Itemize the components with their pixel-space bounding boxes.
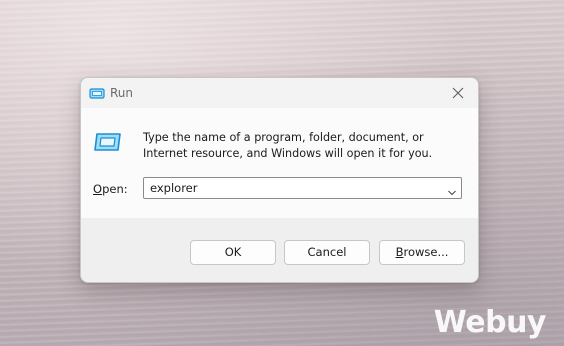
chevron-down-icon bbox=[448, 190, 456, 196]
close-button[interactable] bbox=[438, 78, 478, 108]
run-app-icon bbox=[93, 130, 123, 156]
dialog-footer: OK Cancel Browse... bbox=[81, 218, 478, 282]
browse-label: rowse... bbox=[403, 245, 449, 259]
dialog-content: Type the name of a program, folder, docu… bbox=[81, 108, 478, 218]
title-bar[interactable]: Run bbox=[81, 78, 478, 108]
cancel-button[interactable]: Cancel bbox=[284, 240, 370, 265]
window-title: Run bbox=[110, 86, 134, 100]
open-label-accelerator: O bbox=[93, 182, 103, 196]
ok-button[interactable]: OK bbox=[190, 240, 276, 265]
run-dialog: Run Type the name of a program, folder, … bbox=[80, 77, 479, 283]
dropdown-button[interactable] bbox=[447, 183, 457, 202]
open-label-text: pen: bbox=[102, 182, 128, 196]
close-icon bbox=[452, 87, 464, 99]
open-combobox[interactable]: explorer bbox=[143, 177, 462, 199]
dialog-description: Type the name of a program, folder, docu… bbox=[143, 131, 433, 160]
watermark-logo: Webuy bbox=[433, 305, 547, 340]
run-app-icon bbox=[89, 86, 105, 100]
browse-button[interactable]: Browse... bbox=[379, 240, 465, 265]
open-input[interactable]: explorer bbox=[150, 181, 198, 195]
open-label: Open: bbox=[93, 182, 128, 196]
